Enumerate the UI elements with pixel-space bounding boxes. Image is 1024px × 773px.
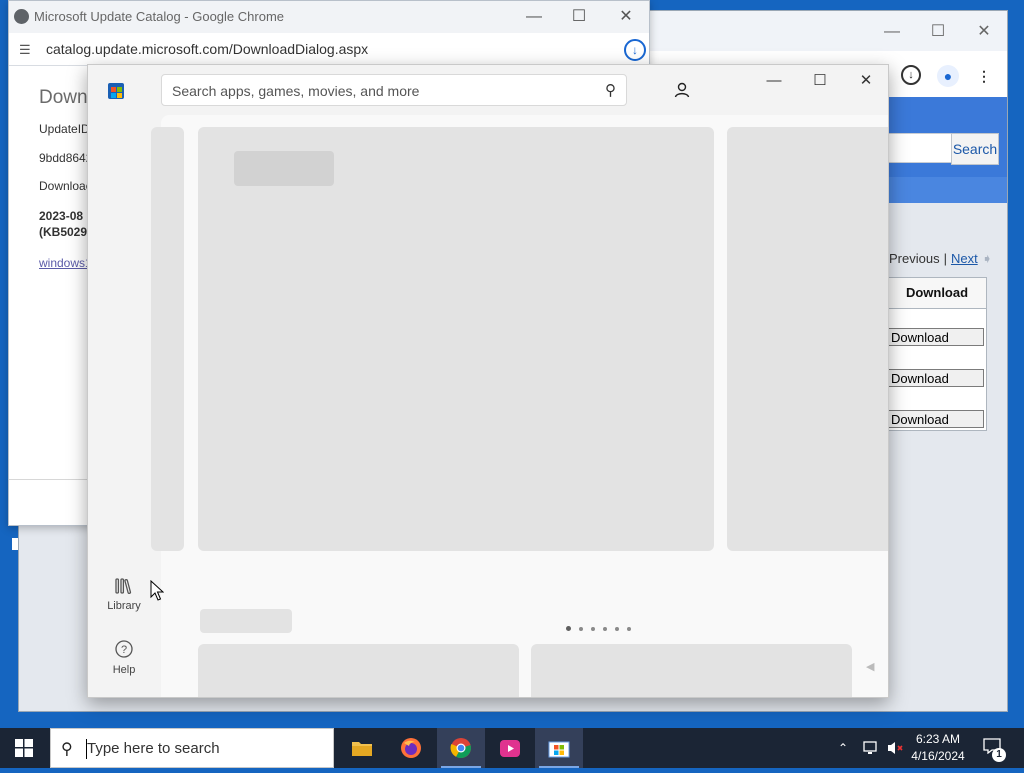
hero-title-placeholder — [234, 151, 334, 186]
download-icon[interactable]: ↓ — [624, 39, 646, 61]
carousel-dot[interactable] — [615, 626, 619, 631]
clock-time: 6:23 AM — [915, 732, 961, 746]
hero-card-previous[interactable] — [151, 127, 184, 551]
show-hidden-icons-icon[interactable]: ⌃ — [838, 728, 848, 768]
mouse-cursor-icon — [150, 580, 164, 601]
nav-help[interactable]: ? Help — [102, 639, 146, 676]
microsoft-store-window: Search apps, games, movies, and more ⚲ —… — [87, 64, 889, 698]
globe-icon — [14, 9, 29, 24]
download-column-header: Download — [888, 278, 986, 309]
carousel-prev-icon[interactable]: ◀ — [866, 660, 874, 673]
pager: Previous | Next ➧ — [889, 251, 993, 267]
dialog-heading: Down — [39, 87, 88, 108]
taskbar: ⚲ Type here to search ⌃ 6:23 AM 4/16/202… — [0, 728, 1024, 768]
dialog-url[interactable]: catalog.update.microsoft.com/DownloadDia… — [46, 41, 368, 57]
download-table: Download Download Download Download — [887, 277, 987, 431]
carousel-dots — [566, 621, 639, 635]
search-icon: ⚲ — [61, 741, 73, 758]
minimize-icon[interactable]: — — [524, 7, 544, 27]
clock-date: 4/16/2024 — [911, 749, 965, 763]
pager-separator: | — [943, 251, 947, 266]
download-icon[interactable]: ↓ — [901, 65, 921, 85]
svg-text:?: ? — [121, 644, 127, 656]
network-icon[interactable] — [862, 728, 880, 768]
section-title-placeholder — [200, 609, 292, 633]
minimize-icon[interactable]: — — [754, 70, 794, 92]
app-card-placeholder-1[interactable] — [198, 644, 519, 697]
store-search-box[interactable]: Search apps, games, movies, and more ⚲ — [161, 74, 627, 106]
carousel-dot[interactable] — [603, 626, 607, 631]
download-button-3[interactable]: Download — [888, 410, 984, 428]
dialog-address-bar[interactable]: ☰ catalog.update.microsoft.com/DownloadD… — [9, 33, 649, 66]
pager-previous[interactable]: Previous — [889, 251, 940, 266]
store-window-controls: — ☐ ✕ — [750, 65, 888, 97]
profile-icon[interactable]: ● — [937, 65, 959, 87]
system-clock[interactable]: 6:23 AM 4/16/2024 — [908, 731, 968, 765]
pager-next[interactable]: Next — [951, 251, 978, 266]
carousel-dot[interactable] — [591, 626, 595, 631]
firefox-icon[interactable] — [387, 728, 435, 768]
app-card-placeholder-2[interactable] — [531, 644, 852, 697]
nav-library[interactable]: Library — [102, 577, 146, 612]
catalog-search-button[interactable]: Search — [951, 133, 999, 165]
hero-card-next[interactable] — [727, 127, 888, 551]
carousel-dot[interactable] — [579, 626, 583, 631]
notification-count-badge: 1 — [992, 748, 1006, 762]
minimize-icon[interactable]: — — [883, 23, 901, 41]
close-icon[interactable]: ✕ — [616, 7, 636, 27]
download-button-2[interactable]: Download — [888, 369, 984, 387]
file-explorer-icon[interactable] — [338, 728, 386, 768]
store-logo-icon — [108, 83, 124, 99]
maximize-icon[interactable]: ☐ — [929, 23, 947, 41]
update-id-value: 9bdd8642 — [39, 151, 93, 165]
volume-muted-icon[interactable] — [886, 728, 906, 768]
close-icon[interactable]: ✕ — [975, 23, 993, 41]
help-label: Help — [112, 664, 136, 676]
maximize-icon[interactable]: ☐ — [800, 70, 840, 92]
next-arrow-icon[interactable]: ➧ — [982, 251, 993, 266]
help-icon: ? — [102, 639, 146, 664]
microsoft-store-icon[interactable] — [535, 728, 583, 768]
store-content-area: ◀ ▶ — [151, 115, 888, 697]
taskbar-search-box[interactable]: ⚲ Type here to search — [50, 728, 334, 768]
library-label: Library — [107, 600, 141, 612]
menu-icon[interactable]: ⋮ — [973, 65, 995, 87]
taskbar-search-placeholder: Type here to search — [87, 740, 220, 757]
dialog-title: Microsoft Update Catalog - Google Chrome — [34, 9, 285, 24]
store-search-placeholder: Search apps, games, movies, and more — [172, 83, 420, 99]
download-file-link[interactable]: windows1 — [39, 256, 92, 270]
update-title-line-2: (KB5029 — [39, 225, 88, 239]
update-title-line-1: 2023-08 — [39, 209, 84, 223]
account-icon[interactable] — [668, 76, 696, 104]
download-button-1[interactable]: Download — [888, 328, 984, 346]
download-files-label: Downloac — [39, 179, 92, 193]
hero-card-current[interactable] — [198, 127, 714, 551]
dialog-titlebar[interactable]: Microsoft Update Catalog - Google Chrome… — [9, 1, 649, 33]
carousel-dot[interactable] — [627, 626, 631, 631]
carousel-dot[interactable] — [566, 626, 571, 632]
update-id-label: UpdateID — [39, 122, 90, 136]
close-icon[interactable]: ✕ — [846, 70, 886, 92]
library-icon — [102, 577, 146, 600]
media-app-icon[interactable] — [486, 728, 534, 768]
chrome-icon[interactable] — [437, 728, 485, 768]
search-icon[interactable]: ⚲ — [605, 81, 616, 99]
start-button[interactable] — [0, 728, 48, 768]
site-info-icon[interactable]: ☰ — [19, 42, 31, 58]
maximize-icon[interactable]: ☐ — [569, 7, 589, 27]
